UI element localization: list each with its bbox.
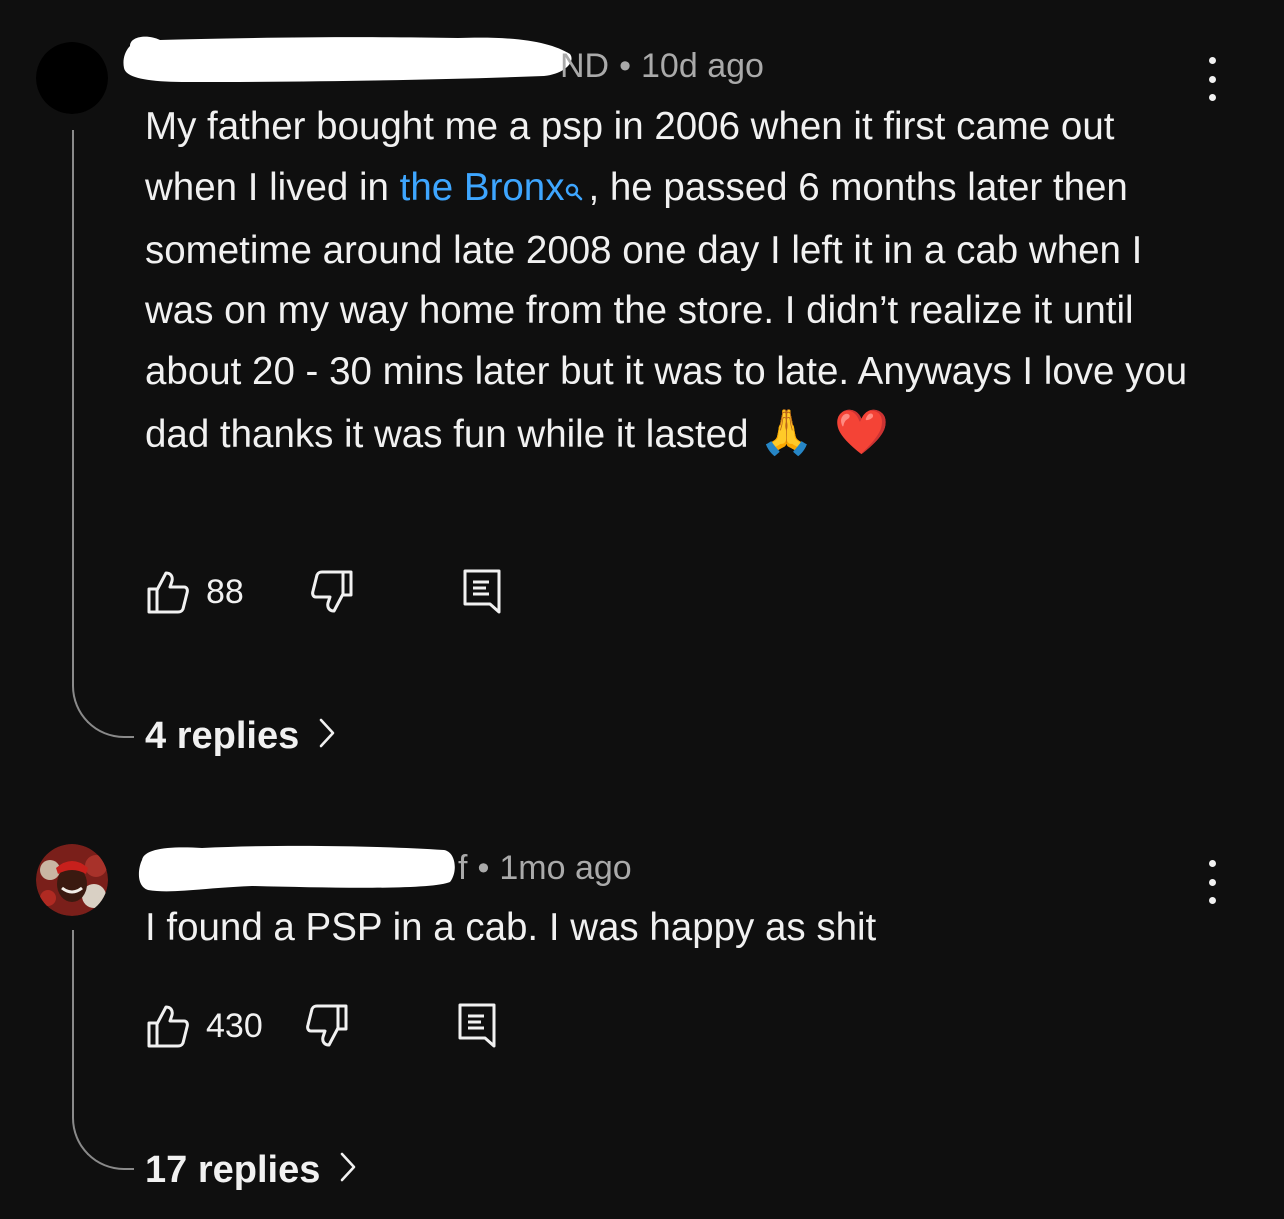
reply-button[interactable]: [462, 568, 502, 616]
comment-text: My father bought me a psp in 2006 when i…: [145, 105, 1188, 457]
view-replies-button[interactable]: 17 replies: [145, 1148, 356, 1192]
thumbs-up-icon: [147, 571, 189, 614]
meta-separator: •: [619, 47, 632, 85]
chevron-right-icon: [319, 714, 335, 758]
comment-meta: ND • 10d ago: [560, 46, 764, 86]
heart-emoji: ❤️: [834, 407, 889, 457]
more-vertical-icon: [1208, 860, 1216, 867]
thumbs-down-icon: [305, 1004, 348, 1047]
thumbs-up-icon: [147, 1005, 189, 1048]
author-name[interactable]: f: [458, 849, 467, 887]
comment-meta: f • 1mo ago: [458, 848, 632, 888]
avatar[interactable]: [36, 42, 108, 114]
author-name[interactable]: ND: [560, 47, 609, 85]
reply-icon: [463, 569, 501, 614]
search-icon[interactable]: [564, 160, 584, 221]
redacted-username: [123, 36, 572, 82]
like-count: 88: [206, 573, 244, 611]
more-vertical-icon: [1208, 57, 1216, 64]
redacted-username: [138, 845, 455, 892]
search-link[interactable]: the Bronx: [400, 166, 565, 209]
chevron-right-icon: [340, 1148, 356, 1192]
thread-line: [72, 130, 134, 738]
avatar[interactable]: [36, 844, 108, 916]
like-count: 430: [206, 1007, 263, 1045]
comment-time: 1mo ago: [499, 849, 632, 887]
reply-button[interactable]: [457, 1002, 497, 1050]
like-button[interactable]: 430: [146, 1002, 263, 1050]
reply-icon: [458, 1003, 496, 1048]
thumbs-down-icon: [310, 570, 353, 613]
pray-emoji: 🙏: [759, 407, 814, 457]
comment-actions: 430: [146, 1002, 497, 1050]
more-options-button[interactable]: [1197, 57, 1227, 101]
replies-label: 4 replies: [145, 715, 300, 757]
dislike-button[interactable]: [310, 569, 354, 615]
replies-label: 17 replies: [145, 1149, 321, 1191]
meta-separator: •: [477, 849, 490, 887]
like-button[interactable]: 88: [146, 568, 244, 616]
view-replies-button[interactable]: 4 replies: [145, 714, 335, 758]
comment-time: 10d ago: [641, 47, 764, 85]
thread-line: [72, 930, 134, 1170]
comments-screen: ND • 10d ago My father bought me a psp in …: [0, 0, 1284, 1219]
comment-text: I found a PSP in a cab. I was happy as s…: [145, 906, 877, 949]
comment-actions: 88: [146, 568, 502, 616]
dislike-button[interactable]: [305, 1003, 349, 1049]
